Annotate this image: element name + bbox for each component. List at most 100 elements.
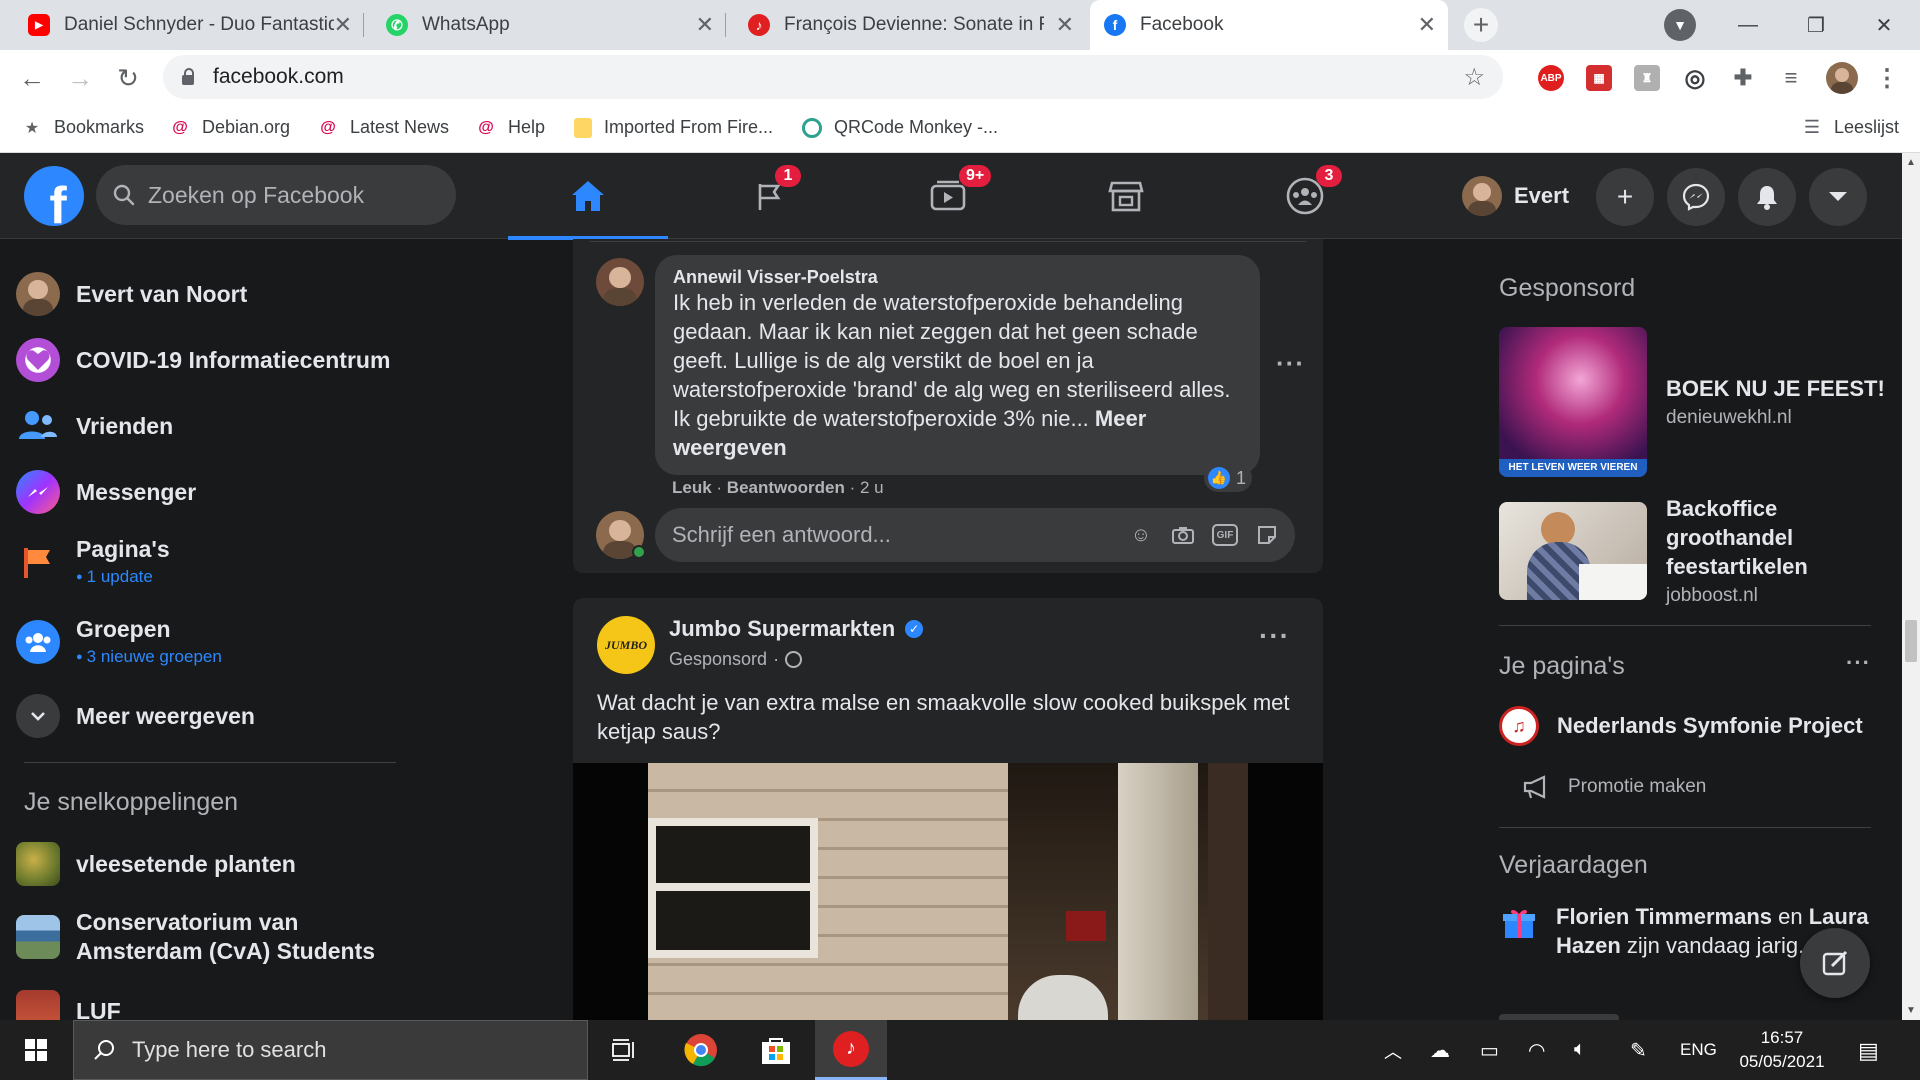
comment-author[interactable]: Annewil Visser-Poelstra [673,267,1242,288]
nav-watch-tab[interactable]: 9+ [883,153,1013,239]
bookmark-latest-news[interactable]: @ Latest News [318,117,449,138]
account-menu-button[interactable] [1809,168,1867,226]
scroll-down-arrow[interactable]: ▼ [1906,1005,1916,1016]
bookmark-imported-folder[interactable]: Imported From Fire... [574,117,773,138]
close-window-button[interactable]: ✕ [1850,0,1918,50]
shortcut-item-plants[interactable]: vleesetende planten [16,842,396,886]
browser-tab-sonate[interactable]: ♪ François Devienne: Sonate in F op ✕ [734,0,1086,50]
your-page-item[interactable]: ♫ Nederlands Symfonie Project [1499,706,1863,746]
camera-icon[interactable] [1170,522,1196,548]
address-bar[interactable]: facebook.com ☆ [163,55,1503,99]
adblock-plus-icon[interactable]: ABP [1538,65,1564,91]
taskbar-search[interactable] [73,1020,588,1080]
nav-marketplace-tab[interactable] [1061,153,1191,239]
forward-button[interactable]: → [64,62,96,94]
sidebar-item-friends[interactable]: Vrienden [16,404,396,448]
wifi-icon[interactable]: ◠ [1528,1038,1545,1063]
create-button[interactable]: + [1596,168,1654,226]
ad-image-party[interactable]: HET LEVEN WEER VIEREN [1499,327,1647,477]
ad-title-backoffice[interactable]: Backoffice groothandel feestartikelen [1666,494,1876,581]
sidebar-item-pages[interactable]: Pagina's 1 update [16,536,396,587]
taskbar-chrome[interactable] [665,1020,737,1080]
gif-icon[interactable]: GIF [1212,524,1238,546]
ad-site-backoffice[interactable]: jobboost.nl [1666,585,1758,607]
nav-home-tab[interactable] [508,153,668,240]
reply-comment-link[interactable]: Beantwoorden [727,478,845,497]
close-tab-icon[interactable]: ✕ [1418,12,1436,38]
like-comment-link[interactable]: Leuk [672,478,712,497]
post-media[interactable] [573,763,1323,1020]
comment-reactions[interactable]: 👍 1 [1204,464,1253,492]
sidebar-item-messenger[interactable]: Messenger [16,470,396,514]
bookmark-bookmarks[interactable]: ★ Bookmarks [22,117,144,138]
taskbar-search-input[interactable] [132,1037,552,1063]
close-tab-icon[interactable]: ✕ [696,12,714,38]
close-tab-icon[interactable]: ✕ [1056,12,1074,38]
media-control-icon[interactable]: ≡ [1778,65,1804,91]
promote-button[interactable]: Promotie maken [1522,774,1706,800]
lock-icon[interactable] [181,68,195,86]
sidebar-item-groups[interactable]: Groepen 3 nieuwe groepen [16,616,396,667]
onedrive-icon[interactable]: ☁ [1430,1038,1450,1063]
sidebar-item-covid[interactable]: COVID-19 Informatiecentrum [16,338,396,382]
extension-puzzle-grey-icon[interactable]: ♜ [1634,65,1660,91]
new-tab-button[interactable]: + [1464,8,1498,42]
reply-input[interactable] [672,522,1112,548]
profile-shortcut[interactable]: Evert [1454,171,1583,221]
new-message-button[interactable] [1800,928,1870,998]
browser-tab-youtube[interactable]: ▶ Daniel Schnyder - Duo Fantastiqu ✕ [14,0,364,50]
minimize-button[interactable]: — [1714,0,1782,50]
restore-button[interactable]: ❐ [1782,0,1850,50]
post-page-name[interactable]: Jumbo Supermarkten [669,616,895,642]
shortcut-item-cva[interactable]: Conservatorium van Amsterdam (CvA) Stude… [16,908,396,966]
close-tab-icon[interactable]: ✕ [334,12,352,38]
task-view-button[interactable] [588,1020,660,1080]
emoji-icon[interactable]: ☺ [1128,522,1154,548]
scroll-up-arrow[interactable]: ▲ [1906,157,1916,168]
page-scrollbar[interactable]: ▲ ▼ [1902,153,1920,1020]
browser-tab-whatsapp[interactable]: ✆ WhatsApp ✕ [372,0,726,50]
notifications-button[interactable] [1738,168,1796,226]
bookmark-help[interactable]: @ Help [476,117,545,138]
bookmark-debian[interactable]: @ Debian.org [170,117,290,138]
shortcut-item-luf[interactable]: LUF [16,990,396,1020]
tab-search-button[interactable]: ▼ [1664,9,1696,41]
start-button[interactable] [0,1020,72,1080]
messenger-button[interactable] [1667,168,1725,226]
extensions-puzzle-icon[interactable]: ✚ [1730,65,1756,91]
facebook-logo[interactable]: f [24,166,84,226]
battery-icon[interactable]: ▭ [1480,1038,1499,1063]
browser-tab-facebook[interactable]: f Facebook ✕ [1090,0,1448,50]
ad-site-party[interactable]: denieuwekhl.nl [1666,407,1792,429]
language-indicator[interactable]: ENG [1680,1040,1717,1060]
comment-options-icon[interactable]: ··· [1276,348,1305,379]
reply-box[interactable]: ☺ GIF [655,508,1295,562]
bookmark-star-icon[interactable]: ☆ [1463,63,1485,92]
bookmark-qrcode-monkey[interactable]: QRCode Monkey -... [802,117,998,138]
pen-icon[interactable]: ✎ [1630,1038,1647,1063]
facebook-search[interactable] [96,165,456,225]
reading-list-button[interactable]: ☰ Leeslijst [1802,117,1899,138]
nav-groups-tab[interactable]: 3 [1240,153,1370,239]
clock[interactable]: 16:57 05/05/2021 [1730,1026,1834,1074]
ad-title-party[interactable]: BOEK NU JE FEEST! [1666,374,1885,403]
browser-menu-icon[interactable]: ⋮ [1874,65,1900,92]
scrollbar-thumb[interactable] [1905,620,1917,662]
sticker-icon[interactable] [1254,522,1280,548]
jumbo-logo[interactable]: JUMBO [597,616,655,674]
volume-icon[interactable]: 🔈︎ [1574,1038,1586,1061]
post-options-icon[interactable]: ··· [1259,620,1290,652]
reload-button[interactable]: ↻ [112,62,144,94]
extension-mask-icon[interactable]: ▦ [1586,65,1612,91]
url-text[interactable]: facebook.com [213,65,344,89]
sidebar-show-more[interactable]: Meer weergeven [16,694,396,738]
back-button[interactable]: ← [16,62,48,94]
commenter-avatar[interactable] [596,258,644,306]
sponsored-label[interactable]: Gesponsord [669,649,767,670]
ad-image-backoffice[interactable] [1499,502,1647,600]
your-pages-options-icon[interactable]: ··· [1846,650,1871,676]
facebook-search-input[interactable] [148,181,428,209]
taskbar-media-player[interactable]: ♪ [815,1020,887,1080]
target-extension-icon[interactable]: ◎ [1682,65,1708,92]
sidebar-item-profile[interactable]: Evert van Noort [16,272,396,316]
